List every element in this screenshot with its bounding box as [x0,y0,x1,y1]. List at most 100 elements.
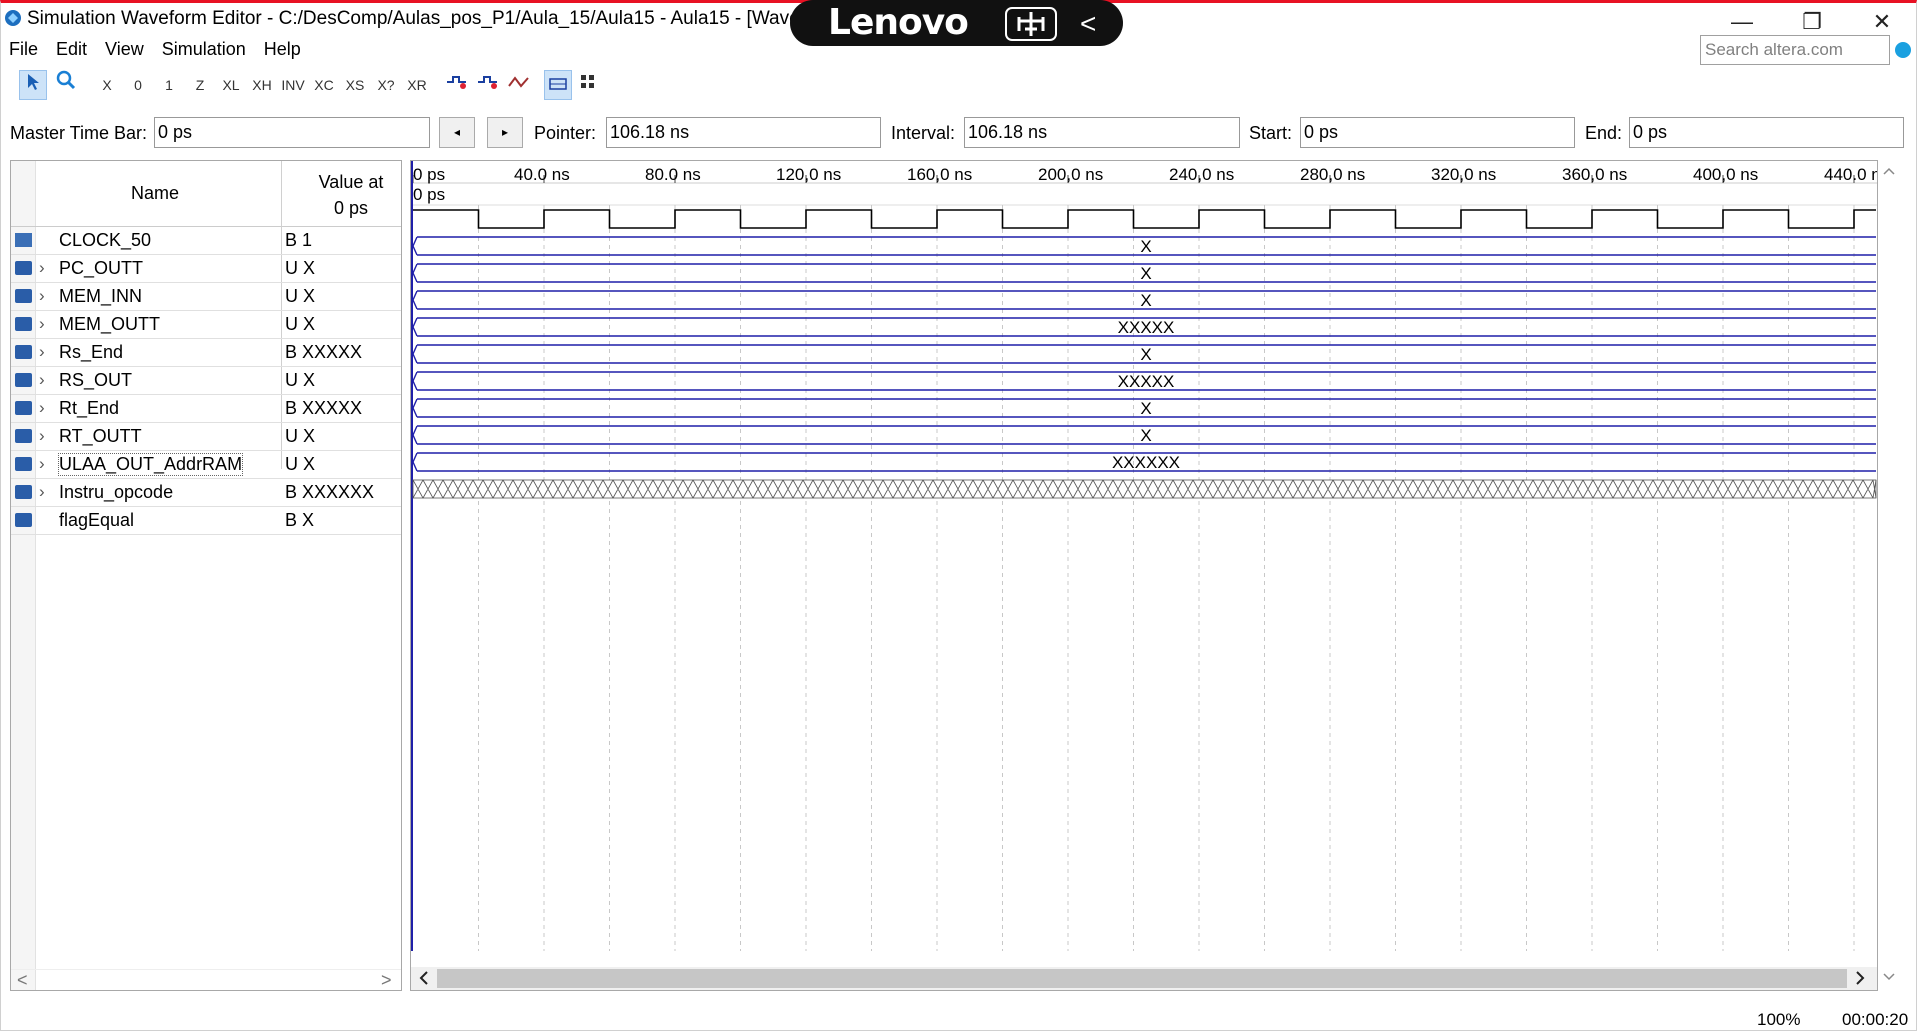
expand-chevron-icon[interactable]: › [39,258,45,278]
close-button[interactable]: ✕ [1847,6,1917,38]
time-tick-label: 120,0 ns [776,165,841,184]
signal-row[interactable]: › ULAA_OUT_AddrRAM U X [11,451,401,479]
time-tick-label: 280,0 ns [1300,165,1365,184]
signal-name[interactable]: ULAA_OUT_AddrRAM [57,453,244,476]
pointer-label: Pointer: [534,123,597,143]
forcing-high-icon[interactable]: 1 [155,70,183,100]
time-tick-label: 360,0 ns [1562,165,1627,184]
value-header-line2: 0 ps [333,198,369,218]
restore-button[interactable]: ❐ [1777,6,1847,38]
menu-file[interactable]: File [0,36,47,62]
expand-chevron-icon[interactable]: › [39,314,45,334]
signal-name[interactable]: Rt_End [59,398,119,419]
zoom-tool-icon[interactable] [52,70,80,100]
time-tick-label: 240,0 ns [1169,165,1234,184]
search-icon[interactable] [1895,42,1911,58]
high-impedance-icon[interactable]: Z [186,70,214,100]
previous-transition-button[interactable]: ◂ [439,117,475,148]
output-pin-icon [15,429,32,443]
menu-view[interactable]: View [96,36,153,62]
output-pin-icon [15,373,32,387]
signal-name[interactable]: PC_OUTT [59,258,143,279]
output-pin-icon [15,457,32,471]
weak-high-icon[interactable]: XH [248,70,276,100]
end-label: End: [1585,123,1623,143]
expand-chevron-icon[interactable]: › [39,426,45,446]
grid-settings-icon[interactable] [575,70,603,100]
clock-value-icon[interactable]: XS [341,70,369,100]
signal-name[interactable]: Rs_End [59,342,123,363]
next-transition-button[interactable]: ▸ [487,117,523,148]
waveform-panel[interactable]: 0 ps 40.0 ns 80.0 ns 120,0 ns 160,0 ns 200,0 … [410,160,1878,991]
time-tick-label: 400,0 ns [1693,165,1758,184]
run-functional-simulation-icon[interactable] [443,70,471,100]
waveform-vertical-scrollbar[interactable] [1878,160,1900,991]
vertical-scroll-arrows-icon[interactable] [1878,160,1900,991]
master-time-bar-field[interactable]: 0 ps [154,117,430,148]
signal-name[interactable]: RT_OUTT [59,426,142,447]
expand-chevron-icon[interactable]: › [39,370,45,390]
signal-row[interactable]: flagEqual B X [11,507,401,535]
invert-icon[interactable]: INV [279,70,307,100]
signal-value: B XXXXXX [285,482,375,502]
arbitrary-value-icon[interactable]: X? [372,70,400,100]
signal-name[interactable]: MEM_OUTT [59,314,160,335]
time-tick-label: 320,0 ns [1431,165,1496,184]
expand-chevron-icon[interactable]: › [39,454,45,474]
expand-chevron-icon[interactable]: › [39,286,45,306]
value-column-header[interactable]: Value at 0 ps [306,169,396,221]
signal-row[interactable]: › Rs_End B XXXXX [11,339,401,367]
time-tick-label: 160,0 ns [907,165,972,184]
expand-chevron-icon[interactable]: › [39,342,45,362]
signal-name[interactable]: CLOCK_50 [59,230,151,251]
snap-to-grid-icon[interactable] [544,70,572,100]
network-icon[interactable] [1005,7,1057,41]
signal-row[interactable]: › Instru_opcode B XXXXXX [11,479,401,507]
search-input[interactable]: Search altera.com [1700,35,1890,65]
signal-row[interactable]: › MEM_INN U X [11,283,401,311]
expand-chevron-icon[interactable]: › [39,482,45,502]
signal-name[interactable]: flagEqual [59,510,134,531]
menu-help[interactable]: Help [255,36,310,62]
scroll-left-arrow-icon[interactable]: < [17,970,28,991]
input-pin-icon [15,233,32,247]
name-column-header[interactable]: Name [131,183,179,204]
start-label: Start: [1249,123,1293,143]
signal-value: U X [285,426,316,446]
output-pin-icon [15,345,32,359]
forcing-unknown-icon[interactable]: X [93,70,121,100]
back-arrow-icon[interactable]: < [1080,8,1096,40]
signal-name[interactable]: MEM_INN [59,286,142,307]
menu-simulation[interactable]: Simulation [153,36,255,62]
signal-name[interactable]: Instru_opcode [59,482,173,503]
menu-edit[interactable]: Edit [47,36,96,62]
run-timing-simulation-icon[interactable] [474,70,502,100]
generate-netlist-icon[interactable] [505,70,533,100]
random-value-icon[interactable]: XR [403,70,431,100]
scroll-right-arrow-icon[interactable]: > [381,970,392,991]
signal-row[interactable]: CLOCK_50 B 1 [11,227,401,255]
waveform-canvas[interactable]: 0 ps 40.0 ns 80.0 ns 120,0 ns 160,0 ns 200,0 … [411,161,1877,990]
selection-tool-icon[interactable] [19,70,47,100]
pointer-field: 106.18 ns [606,117,881,148]
interval-field: 106.18 ns [964,117,1240,148]
signal-row[interactable]: › Rt_End B XXXXX [11,395,401,423]
signal-row[interactable]: › PC_OUTT U X [11,255,401,283]
name-panel-horizontal-scrollbar[interactable]: < > [11,969,401,990]
count-value-icon[interactable]: XC [310,70,338,100]
weak-low-icon[interactable]: XL [217,70,245,100]
minimize-button[interactable]: — [1707,6,1777,38]
signal-row[interactable]: › MEM_OUTT U X [11,311,401,339]
lenovo-logo: Lenovo [828,2,969,43]
signal-name[interactable]: RS_OUT [59,370,132,391]
expand-chevron-icon[interactable]: › [39,398,45,418]
interval-label: Interval: [891,123,956,143]
signal-row[interactable]: › RS_OUT U X [11,367,401,395]
signal-row[interactable]: › RT_OUTT U X [11,423,401,451]
output-pin-icon [15,317,32,331]
bus-value-label: XXXXX [1118,372,1175,391]
forcing-low-icon[interactable]: 0 [124,70,152,100]
bus-value-label: X [1140,345,1151,364]
signal-value: U X [285,286,316,306]
lenovo-overlay: Lenovo < [790,0,1123,46]
